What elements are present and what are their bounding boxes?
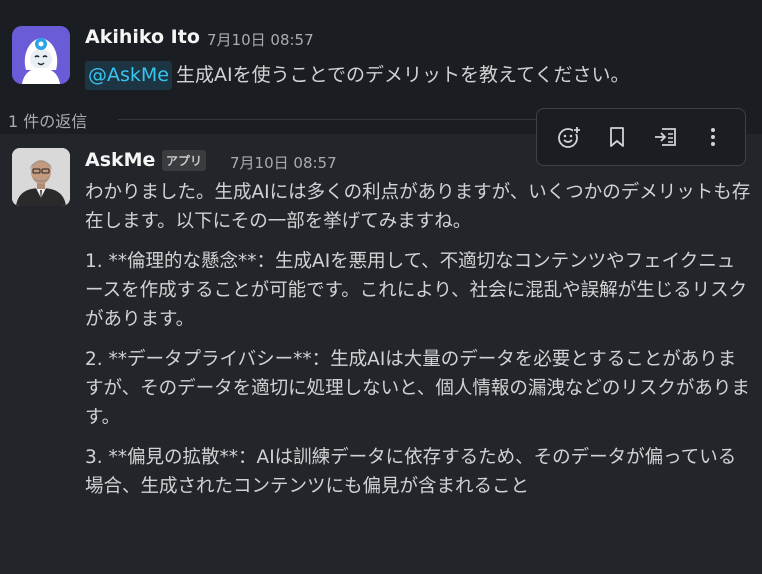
message-body: わかりました。生成AIには多くの利点がありますが、いくつかのデメリットも存在しま… (85, 178, 753, 512)
message-askme: AskMe アプリ 7月10日 08:57 わかりました。生成AIには多くの利点… (0, 134, 762, 574)
message-author[interactable]: AskMe (85, 149, 155, 171)
avatar[interactable] (12, 148, 70, 206)
message-body: 生成AIを使うことでのデメリットを教えてください。 (175, 64, 630, 86)
more-actions-icon (711, 128, 715, 146)
message-paragraph: 1. **倫理的な懸念**：生成AIを悪用して、不適切なコンテンツやフェイクニュ… (85, 251, 748, 330)
mascot-avatar-icon (12, 26, 70, 84)
avatar[interactable] (12, 26, 70, 84)
forward-to-list-button[interactable] (647, 119, 683, 155)
portrait-avatar-icon (12, 148, 70, 206)
message-timestamp[interactable]: 7月10日 08:57 (207, 29, 314, 50)
reply-count: 1 件の返信 (8, 112, 88, 131)
message-text: @AskMe 生成AIを使うことでのデメリットを教えてください。 (85, 60, 630, 90)
user-mention[interactable]: @AskMe (85, 61, 172, 90)
message-akihiko: Akihiko Ito 7月10日 08:57 @AskMe 生成AIを使うことで… (0, 0, 762, 104)
slack-thread-view: Akihiko Ito 7月10日 08:57 @AskMe 生成AIを使うことで… (0, 0, 762, 574)
add-reaction-icon (558, 126, 581, 148)
message-paragraph: 2. **データプライバシー**：生成AIは大量のデータを必要とすることがありま… (85, 349, 750, 428)
message-paragraph: 3. **偏見の拡散**：AIは訓練データに依存するため、そのデータが偏っている… (85, 447, 737, 497)
message-author[interactable]: Akihiko Ito (85, 26, 200, 48)
thread-divider (118, 119, 538, 120)
app-badge: アプリ (162, 150, 207, 171)
bookmark-button[interactable] (599, 119, 635, 155)
forward-to-list-icon (655, 128, 676, 146)
message-timestamp[interactable]: 7月10日 08:57 (230, 152, 337, 173)
more-actions-button[interactable] (695, 119, 731, 155)
message-paragraph: わかりました。生成AIには多くの利点がありますが、いくつかのデメリットも存在しま… (85, 182, 751, 232)
add-reaction-button[interactable] (551, 119, 587, 155)
bookmark-icon (610, 127, 624, 147)
message-actions-toolbar (536, 108, 746, 166)
